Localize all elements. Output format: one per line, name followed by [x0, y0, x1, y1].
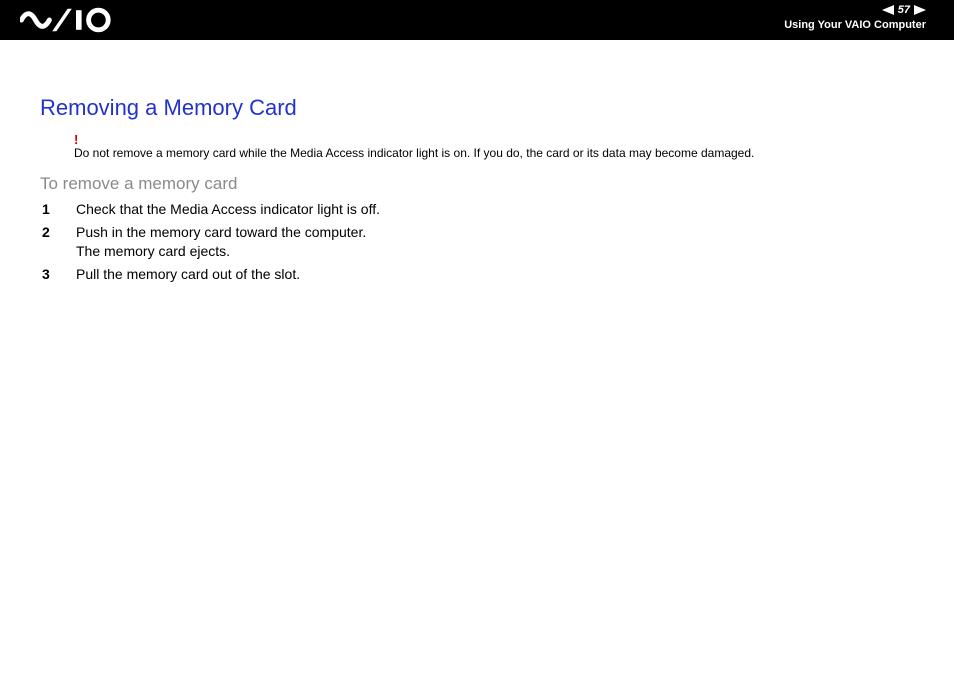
- warning-text-media: Media Access: [290, 146, 364, 160]
- header-right: 57 Using Your VAIO Computer: [784, 2, 926, 31]
- prev-page-arrow-icon[interactable]: [882, 5, 894, 15]
- step-line: Check that the Media Access indicator li…: [76, 201, 380, 217]
- step-line: The memory card ejects.: [76, 243, 230, 259]
- step-number: 1: [40, 200, 76, 219]
- section-name: Using Your VAIO Computer: [784, 19, 926, 31]
- steps-list: 1 Check that the Media Access indicator …: [40, 200, 914, 284]
- vaio-logo: [20, 6, 132, 34]
- page-nav: 57: [784, 2, 926, 18]
- next-page-arrow-icon[interactable]: [914, 5, 926, 15]
- step-item: 2 Push in the memory card toward the com…: [40, 223, 914, 261]
- warning-note: ! Do not remove a memory card while the …: [74, 133, 914, 160]
- step-number: 2: [40, 223, 76, 242]
- header-bar: 57 Using Your VAIO Computer: [0, 0, 954, 40]
- page-title: Removing a Memory Card: [40, 95, 914, 121]
- step-body: Pull the memory card out of the slot.: [76, 265, 914, 284]
- step-body: Push in the memory card toward the compu…: [76, 223, 914, 261]
- step-item: 1 Check that the Media Access indicator …: [40, 200, 914, 219]
- step-line: Pull the memory card out of the slot.: [76, 266, 300, 282]
- page-number: 57: [896, 5, 912, 16]
- page-content: Removing a Memory Card ! Do not remove a…: [0, 40, 954, 284]
- step-number: 3: [40, 265, 76, 284]
- step-item: 3 Pull the memory card out of the slot.: [40, 265, 914, 284]
- step-line: Push in the memory card toward the compu…: [76, 224, 366, 240]
- warning-text-after: indicator light is on. If you do, the ca…: [364, 146, 754, 160]
- step-body: Check that the Media Access indicator li…: [76, 200, 914, 219]
- warning-text-before: Do not remove a memory card while the: [74, 146, 290, 160]
- warning-icon: !: [74, 133, 914, 146]
- subheading: To remove a memory card: [40, 174, 914, 194]
